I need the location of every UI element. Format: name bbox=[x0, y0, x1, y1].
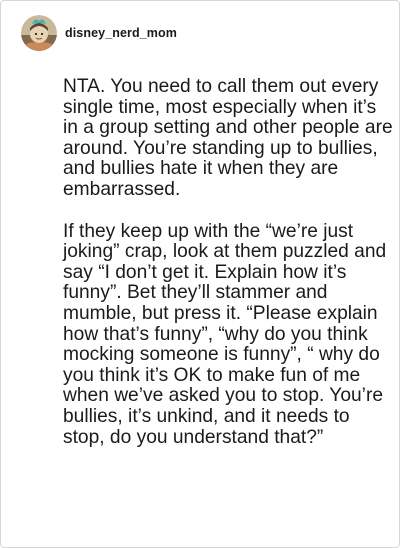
comment-header: disney_nerd_mom bbox=[21, 15, 177, 51]
comment-body: NTA. You need to call them out every sin… bbox=[63, 76, 395, 448]
user-avatar[interactable] bbox=[21, 15, 57, 51]
comment-paragraph-2: If they keep up with the “we’re just jok… bbox=[63, 220, 387, 448]
username[interactable]: disney_nerd_mom bbox=[65, 26, 177, 40]
comment-paragraph-1: NTA. You need to call them out every sin… bbox=[63, 76, 393, 200]
comment-card: disney_nerd_mom NTA. You need to call th… bbox=[0, 0, 400, 548]
avatar-icon bbox=[21, 15, 57, 51]
